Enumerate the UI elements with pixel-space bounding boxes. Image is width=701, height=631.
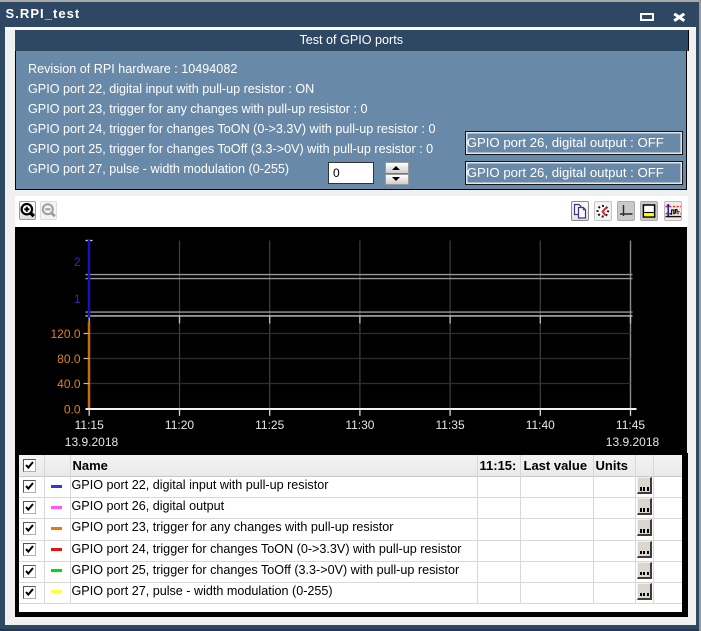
- svg-text:11:45: 11:45: [616, 418, 645, 432]
- svg-text:11:20: 11:20: [165, 418, 194, 432]
- svg-text:1: 1: [74, 292, 81, 306]
- svg-text:120.0: 120.0: [50, 327, 80, 341]
- svg-text:2: 2: [74, 254, 81, 268]
- svg-text:11:40: 11:40: [526, 418, 555, 432]
- svg-text:11:30: 11:30: [345, 418, 374, 432]
- svg-text:13.9.2018: 13.9.2018: [65, 435, 119, 449]
- svg-text:11:25: 11:25: [255, 418, 284, 432]
- svg-text:11:35: 11:35: [436, 418, 465, 432]
- svg-text:0.0: 0.0: [64, 402, 81, 416]
- svg-text:40.0: 40.0: [57, 377, 81, 391]
- svg-text:80.0: 80.0: [57, 352, 81, 366]
- svg-text:11:15: 11:15: [75, 418, 104, 432]
- svg-text:13.9.2018: 13.9.2018: [606, 435, 660, 449]
